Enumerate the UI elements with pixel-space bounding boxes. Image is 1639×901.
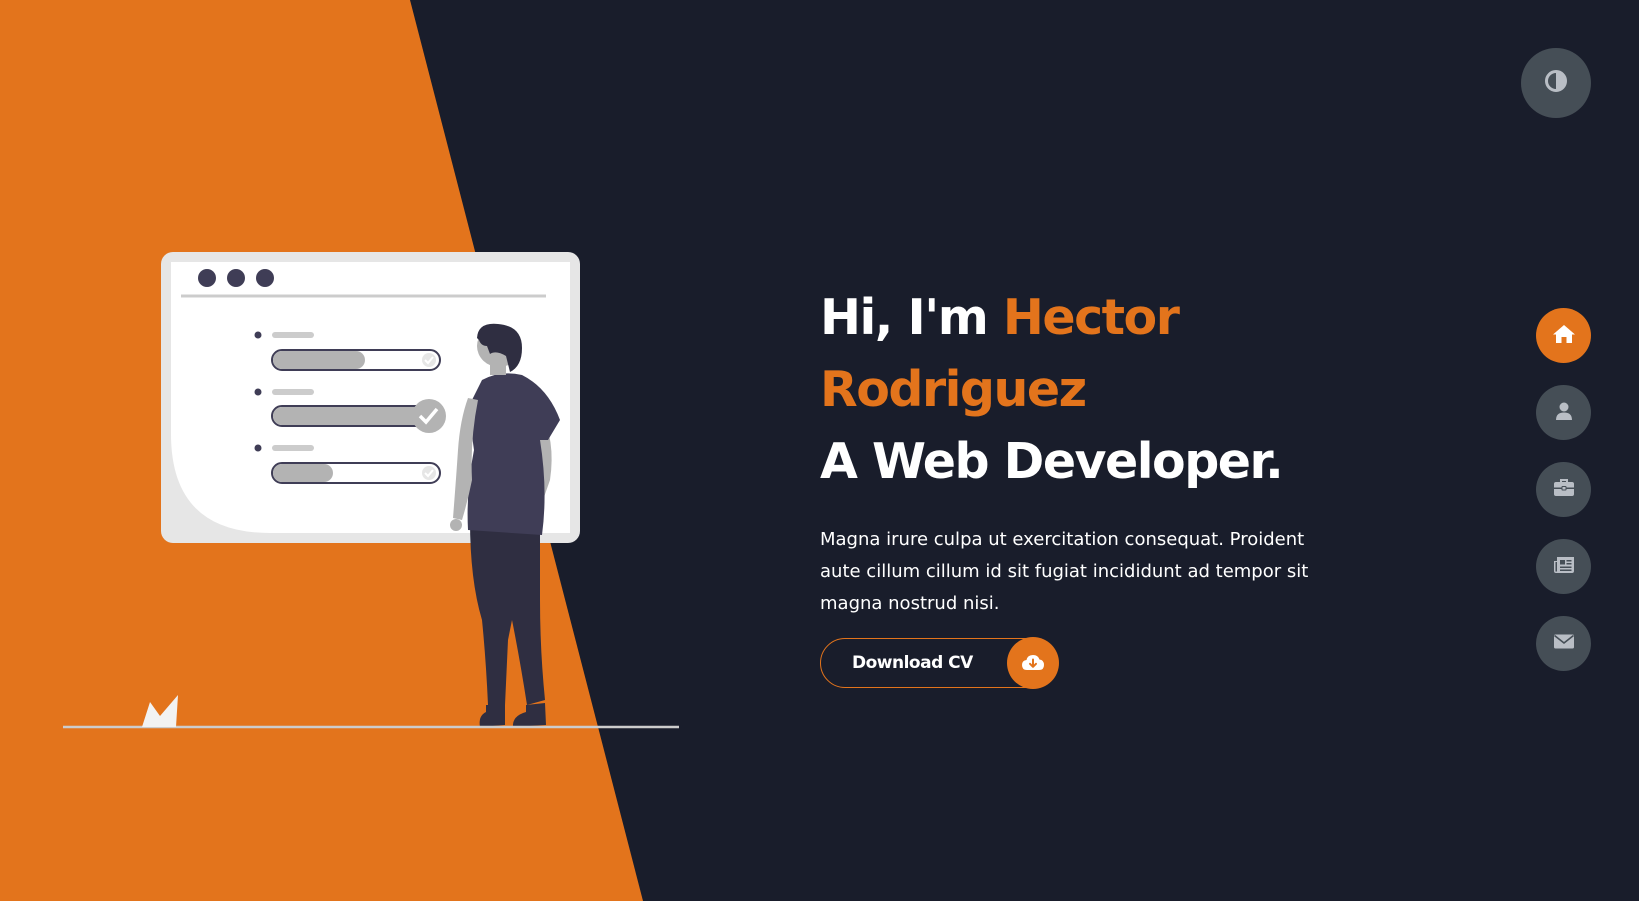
nav-blog-button[interactable] xyxy=(1536,539,1591,594)
hero-description: Magna irure culpa ut exercitation conseq… xyxy=(820,529,1309,614)
cloud-download-icon xyxy=(1007,637,1059,689)
nav-home-button[interactable] xyxy=(1536,308,1591,363)
home-icon xyxy=(1552,323,1576,349)
briefcase-icon xyxy=(1553,478,1575,502)
newspaper-icon xyxy=(1553,556,1575,578)
name-last: Rodriguez xyxy=(820,361,1087,418)
user-icon xyxy=(1554,401,1574,425)
download-cv-button[interactable]: Download CV xyxy=(820,637,1059,689)
ground-line-graphic xyxy=(63,695,679,729)
nav-about-button[interactable] xyxy=(1536,385,1591,440)
greeting-text: Hi, I'm xyxy=(820,289,989,346)
hero-section: Hi, I'm Hector Rodriguez A Web Developer… xyxy=(820,282,1380,689)
side-navigation xyxy=(1536,308,1592,693)
contrast-icon xyxy=(1544,69,1568,97)
role-text: A Web Developer. xyxy=(820,433,1284,490)
theme-toggle-button[interactable] xyxy=(1521,48,1591,118)
name-first: Hector xyxy=(1002,289,1180,346)
envelope-icon xyxy=(1553,633,1575,654)
download-cv-label: Download CV xyxy=(852,653,973,673)
nav-portfolio-button[interactable] xyxy=(1536,462,1591,517)
hero-headline: Hi, I'm Hector Rodriguez A Web Developer… xyxy=(820,282,1380,498)
hero-illustration xyxy=(63,252,679,729)
nav-contact-button[interactable] xyxy=(1536,616,1591,671)
